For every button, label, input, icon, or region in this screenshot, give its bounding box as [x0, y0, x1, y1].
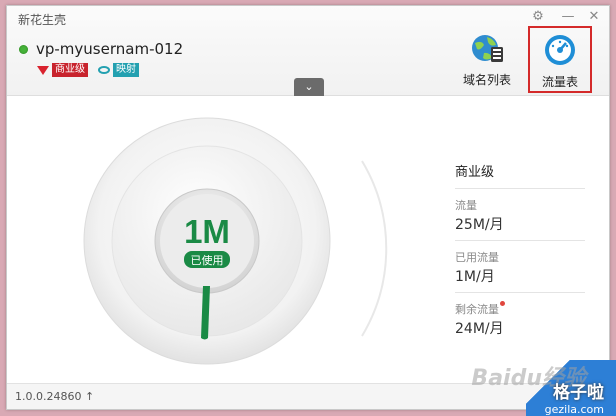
stat-value: 24M/月 — [455, 321, 504, 337]
host-row: vp-myusernam-012 — [19, 40, 183, 58]
used-value: 1M — [184, 213, 230, 250]
mapping-badge: 映射 — [113, 63, 139, 77]
stat-total: 流量 25M/月 — [455, 189, 585, 241]
used-label: 已使用 — [191, 254, 224, 267]
badges: 商业级 映射 — [37, 63, 149, 77]
domain-list-label: 域名列表 — [462, 73, 511, 87]
app-title: 新花生壳 — [18, 13, 67, 27]
stat-remaining: 剩余流量 24M/月 — [455, 293, 585, 344]
globe-icon — [472, 35, 503, 62]
stat-value: 25M/月 — [455, 217, 504, 233]
gauge-icon — [545, 35, 575, 65]
stat-label: 已用流量 — [455, 251, 499, 264]
gem-icon — [37, 65, 49, 75]
traffic-gauge: 1M 已使用 — [67, 106, 407, 376]
traffic-meter-label: 流量表 — [541, 75, 578, 89]
plan-badge: 商业级 — [52, 63, 88, 77]
domain-list-button[interactable]: 域名列表 — [459, 31, 515, 88]
hostname: vp-myusernam-012 — [36, 40, 184, 58]
stat-label: 流量 — [455, 199, 477, 212]
header: 新花生壳 ⚙ — ✕ vp-myusernam-012 商业级 映射 域名列表 — [7, 6, 609, 96]
traffic-meter-button[interactable]: 流量表 — [528, 26, 592, 93]
app-window: 新花生壳 ⚙ — ✕ vp-myusernam-012 商业级 映射 域名列表 — [6, 5, 610, 410]
gauge-graphic: 1M 已使用 — [83, 117, 388, 365]
online-status-icon — [19, 44, 28, 54]
watermark-gezila: 格子啦 gezila.com — [544, 383, 604, 416]
traffic-stats: 商业级 流量 25M/月 已用流量 1M/月 剩余流量 24M/月 — [455, 161, 585, 344]
stat-label: 剩余流量 — [455, 301, 585, 317]
settings-icon[interactable]: ⚙ — [529, 9, 547, 25]
chevron-down-icon: ⌄ — [304, 80, 314, 93]
plan-name: 商业级 — [455, 161, 585, 189]
minimize-button[interactable]: — — [559, 9, 577, 25]
stat-used: 已用流量 1M/月 — [455, 241, 585, 293]
collapse-toggle[interactable]: ⌄ — [294, 78, 324, 96]
stat-value: 1M/月 — [455, 269, 495, 285]
eye-icon — [98, 66, 110, 74]
version-info[interactable]: 1.0.0.24860 ↑ — [15, 390, 94, 403]
version-number: 1.0.0.24860 — [15, 390, 82, 403]
alert-dot-icon — [500, 301, 505, 306]
close-button[interactable]: ✕ — [585, 9, 603, 25]
upgrade-arrow-icon: ↑ — [84, 390, 95, 403]
